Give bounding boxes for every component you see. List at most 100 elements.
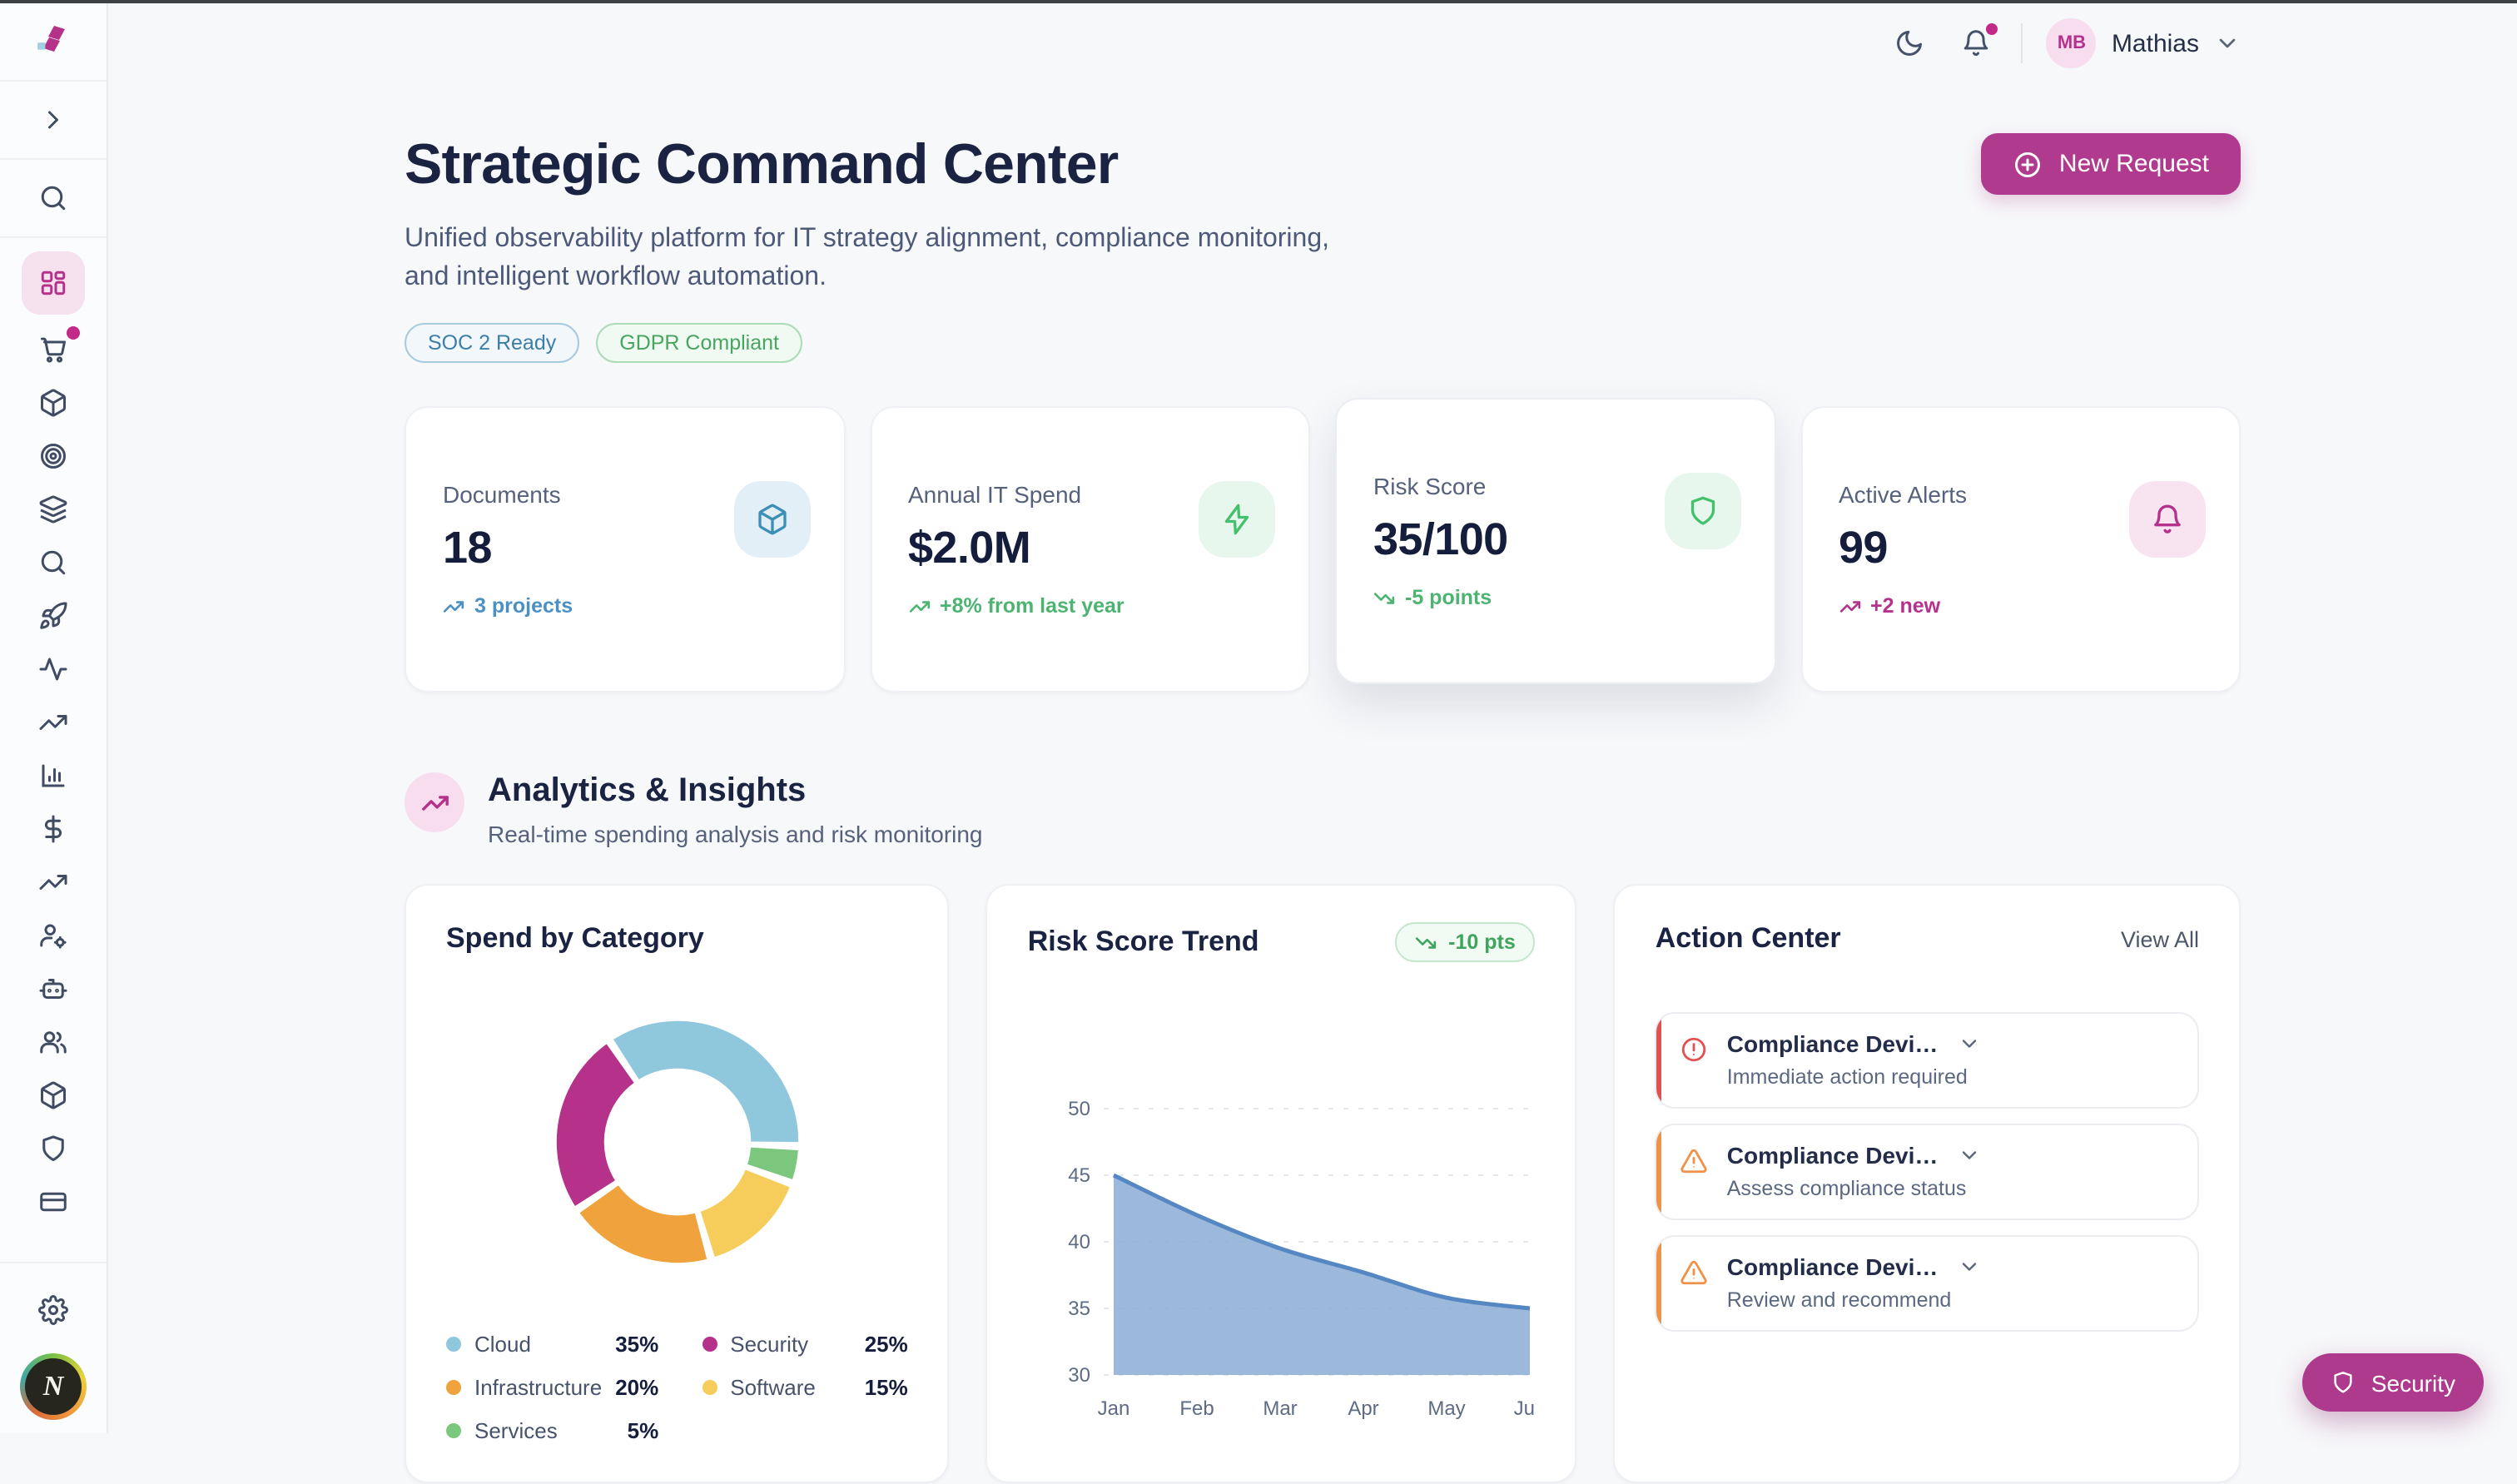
gdpr-badge: GDPR Compliant [596, 324, 802, 364]
sidebar-item-team[interactable] [22, 1015, 85, 1067]
shopping-cart-icon [38, 334, 68, 364]
sidebar-item-automation[interactable] [22, 962, 85, 1014]
view-all-link[interactable]: View All [2121, 927, 2199, 952]
legend-item: Security25% [702, 1333, 908, 1357]
sidebar-item-security[interactable] [22, 1122, 85, 1174]
sidebar-item-billing[interactable] [22, 1175, 85, 1227]
legend-item: Services5% [446, 1419, 658, 1444]
dark-mode-toggle[interactable] [1889, 22, 1932, 65]
sidebar-item-discovery[interactable] [22, 536, 85, 588]
alert-triangle-icon [1680, 1259, 1709, 1296]
gear-icon [38, 1295, 68, 1325]
spend-legend: Cloud35% Security25% Infrastructure20% S… [446, 1333, 908, 1444]
sidebar-item-trends[interactable] [22, 696, 85, 747]
chevron-down-icon [2214, 30, 2241, 57]
legend-item: Software15% [702, 1376, 908, 1401]
action-item-warning[interactable]: Compliance Deviation: Legacy File ... Re… [1656, 1236, 2199, 1333]
chevron-down-icon[interactable] [1957, 1144, 2174, 1168]
action-item-critical[interactable]: Compliance Deviation: Legacy File ... Im… [1656, 1013, 2199, 1109]
shield-icon [1664, 474, 1740, 550]
stat-card-active-alerts[interactable]: Active Alerts 99 +2 new [1800, 407, 2241, 693]
app-root: N MB Mathias Strategic Command Center Un… [0, 0, 2517, 1433]
donut-chart [446, 966, 908, 1319]
user-avatar: MB [2047, 18, 2097, 68]
workspace-avatar[interactable]: N [20, 1353, 87, 1420]
risk-trend-badge: -10 pts [1395, 923, 1536, 963]
chevron-down-icon[interactable] [1957, 1033, 2174, 1056]
shield-icon [2331, 1370, 2356, 1395]
sidebar-item-targets[interactable] [22, 429, 85, 481]
sidebar: N [0, 3, 108, 1433]
svg-text:Feb: Feb [1180, 1398, 1214, 1421]
action-item-warning[interactable]: Compliance Deviation: Legacy ER... Asses… [1656, 1124, 2199, 1221]
sidebar-item-growth[interactable] [22, 856, 85, 907]
bell-icon [2129, 482, 2206, 558]
zap-icon [1199, 482, 1275, 558]
security-fab[interactable]: Security [2303, 1353, 2484, 1412]
page-subtitle: Unified observability platform for IT st… [405, 221, 1329, 297]
trending-up-icon [443, 596, 464, 618]
analytics-title: Analytics & Insights [488, 773, 983, 811]
action-center-card: Action Center View All Compliance Deviat… [1614, 885, 2241, 1484]
package-icon [38, 387, 68, 417]
sidebar-item-procurement[interactable] [22, 323, 85, 375]
sidebar-item-launch[interactable] [22, 589, 85, 641]
action-card-title: Action Center [1656, 923, 1841, 956]
svg-text:Jan: Jan [1098, 1398, 1130, 1421]
shield-icon [38, 1133, 68, 1163]
trending-up-icon [38, 866, 68, 896]
new-request-button[interactable]: New Request [1981, 133, 2241, 195]
settings-button[interactable] [23, 1280, 83, 1340]
cart-badge-dot [67, 326, 80, 340]
credit-card-icon [38, 1186, 68, 1216]
main-content: MB Mathias Strategic Command Center Unif… [107, 3, 2517, 1433]
sidebar-expand-button[interactable] [23, 90, 83, 150]
topbar: MB Mathias [405, 3, 2241, 83]
sidebar-item-spend[interactable] [22, 802, 85, 854]
stat-cards: Documents 18 3 projects Annual IT Spend … [405, 407, 2241, 693]
svg-text:30: 30 [1069, 1365, 1091, 1387]
sidebar-item-reports[interactable] [22, 749, 85, 801]
svg-text:40: 40 [1069, 1232, 1091, 1254]
sidebar-item-layers[interactable] [22, 483, 85, 534]
analytics-section-header: Analytics & Insights Real-time spending … [405, 773, 2241, 848]
stat-card-annual-spend[interactable]: Annual IT Spend $2.0M +8% from last year [870, 407, 1310, 693]
svg-text:May: May [1428, 1398, 1466, 1421]
sidebar-search-button[interactable] [23, 168, 83, 228]
topbar-divider [2022, 23, 2023, 63]
sidebar-item-activity[interactable] [22, 643, 85, 694]
trending-up-icon [405, 773, 464, 833]
user-menu[interactable]: MB Mathias [2047, 18, 2241, 68]
sidebar-item-inventory[interactable] [22, 1069, 85, 1120]
chevron-right-icon [38, 105, 68, 135]
browser-top-strip [0, 0, 2517, 3]
user-cog-icon [38, 920, 68, 950]
svg-text:35: 35 [1069, 1298, 1091, 1321]
alert-circle-icon [1680, 1036, 1709, 1073]
stat-card-risk-score[interactable]: Risk Score 35/100 -5 points [1335, 399, 1775, 685]
moon-icon [1895, 28, 1925, 58]
action-list: Compliance Deviation: Legacy File ... Im… [1656, 1013, 2199, 1333]
chevron-down-icon[interactable] [1957, 1256, 2174, 1279]
risk-score-trend-card: Risk Score Trend -10 pts 3035404550JanFe… [986, 885, 1577, 1484]
dashboard-grid-icon [38, 268, 68, 298]
analytics-subtitle: Real-time spending analysis and risk mon… [488, 821, 983, 848]
page-title: Strategic Command Center [405, 133, 1329, 198]
notifications-button[interactable] [1955, 22, 1998, 65]
svg-text:Apr: Apr [1348, 1398, 1379, 1421]
sidebar-item-packages[interactable] [22, 376, 85, 428]
stat-card-documents[interactable]: Documents 18 3 projects [405, 407, 845, 693]
package-icon [733, 482, 810, 558]
search-icon [38, 183, 68, 213]
search-icon [38, 547, 68, 577]
trending-down-icon [1373, 588, 1395, 609]
spend-card-title: Spend by Category [446, 923, 908, 956]
trending-up-icon [38, 707, 68, 737]
trending-up-icon [1839, 596, 1860, 618]
svg-text:45: 45 [1069, 1165, 1091, 1188]
spend-by-category-card: Spend by Category Cloud35% Security25% I… [405, 885, 950, 1484]
bar-chart-icon [38, 760, 68, 790]
compliance-badges: SOC 2 Ready GDPR Compliant [405, 324, 1329, 364]
sidebar-item-dashboard[interactable] [22, 251, 85, 315]
sidebar-item-user-settings[interactable] [22, 909, 85, 960]
